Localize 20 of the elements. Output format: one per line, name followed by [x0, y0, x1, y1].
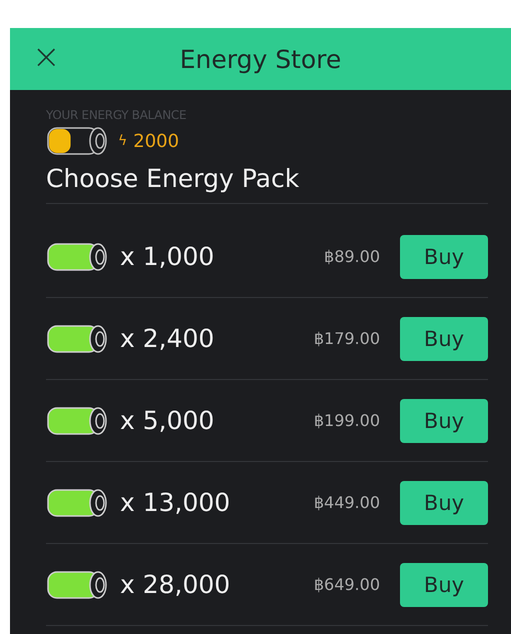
- window-title: Energy Store: [180, 44, 342, 74]
- pack-amount: x 28,000: [120, 570, 230, 599]
- bolt-glyph: ϟ: [118, 133, 128, 149]
- buy-button[interactable]: Buy: [400, 562, 488, 606]
- pack-price: ฿89.00: [324, 247, 380, 266]
- section-heading: Choose Energy Pack: [46, 164, 488, 204]
- buy-button[interactable]: Buy: [400, 316, 488, 360]
- pack-price: ฿449.00: [314, 493, 380, 512]
- buy-button[interactable]: Buy: [400, 234, 488, 278]
- pack-price: ฿199.00: [314, 411, 380, 430]
- pack-price: ฿179.00: [314, 329, 380, 348]
- pack-amount: x 1,000: [120, 242, 214, 271]
- balance-amount: 2000: [133, 130, 180, 152]
- buy-button[interactable]: Buy: [400, 398, 488, 442]
- buy-button[interactable]: Buy: [400, 480, 488, 524]
- pack-amount: x 13,000: [120, 488, 230, 517]
- close-button[interactable]: ×: [28, 40, 64, 74]
- pack-amount: x 2,400: [120, 324, 214, 353]
- pack-price: ฿649.00: [314, 575, 380, 594]
- pack-amount: x 5,000: [120, 406, 214, 435]
